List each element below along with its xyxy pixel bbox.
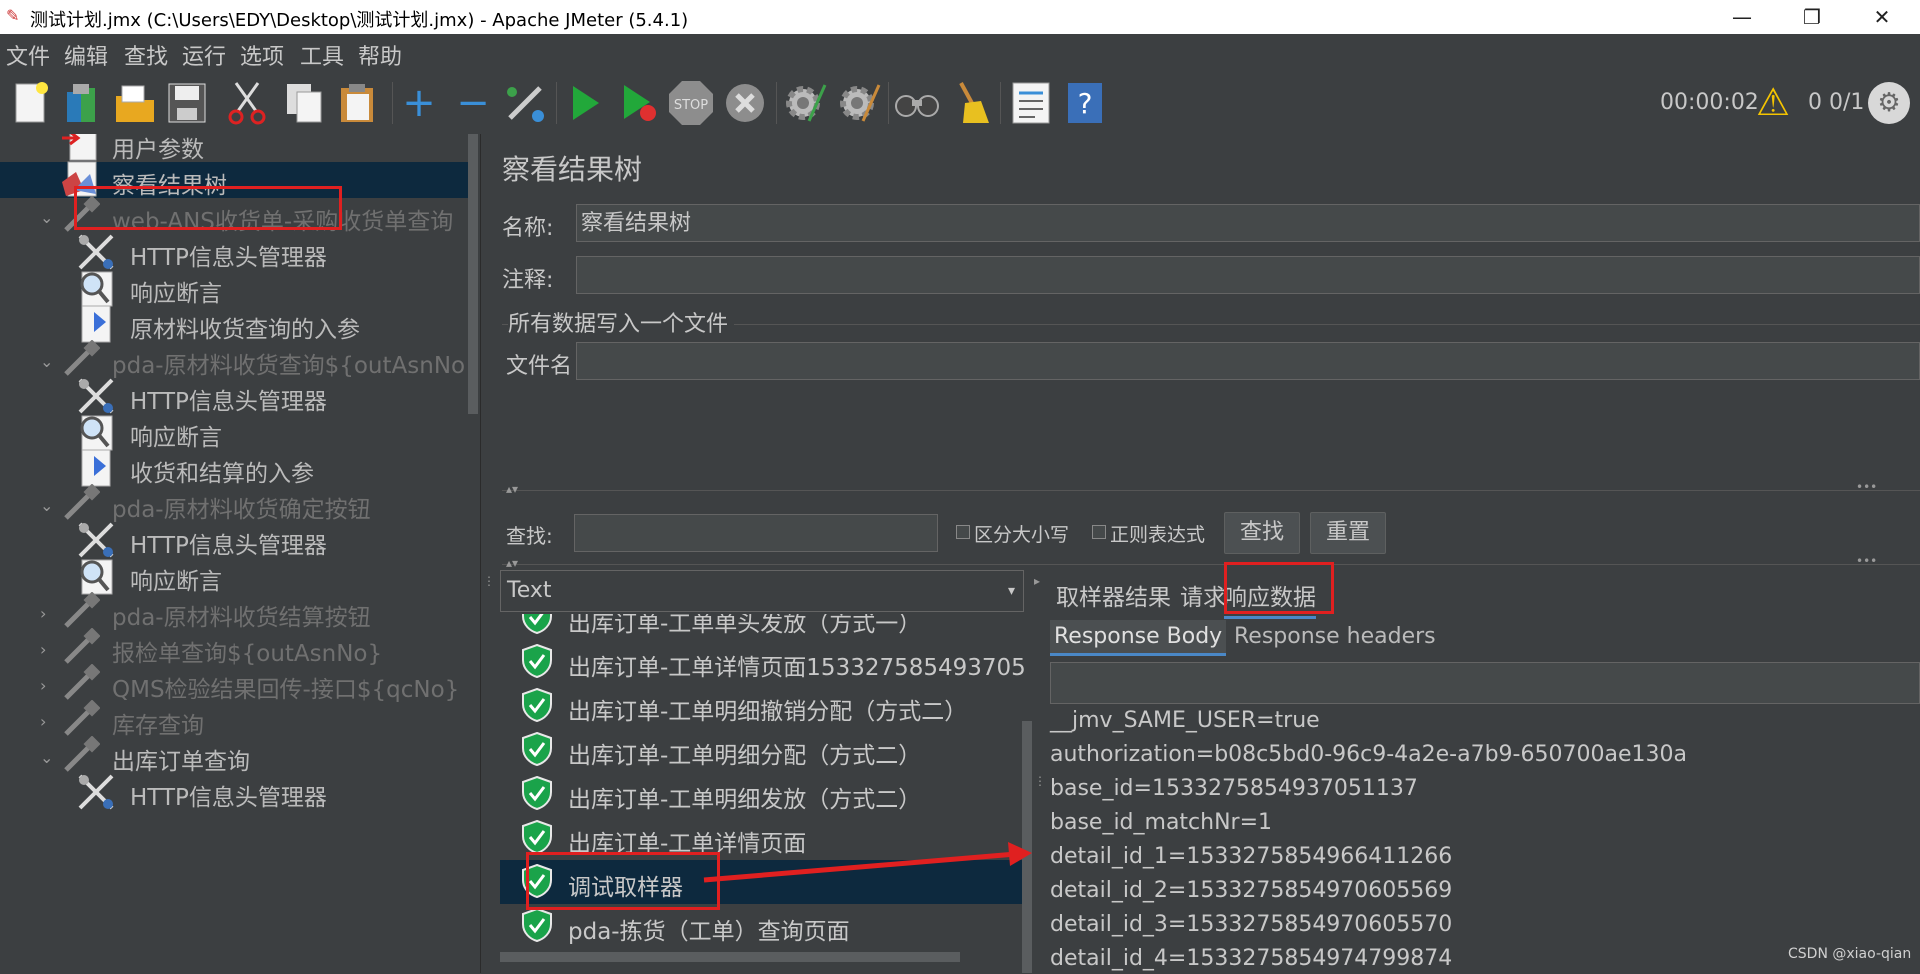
watermark: CSDN @xiao-qian: [1788, 946, 1912, 962]
annotation-arrow: [703, 842, 1032, 883]
